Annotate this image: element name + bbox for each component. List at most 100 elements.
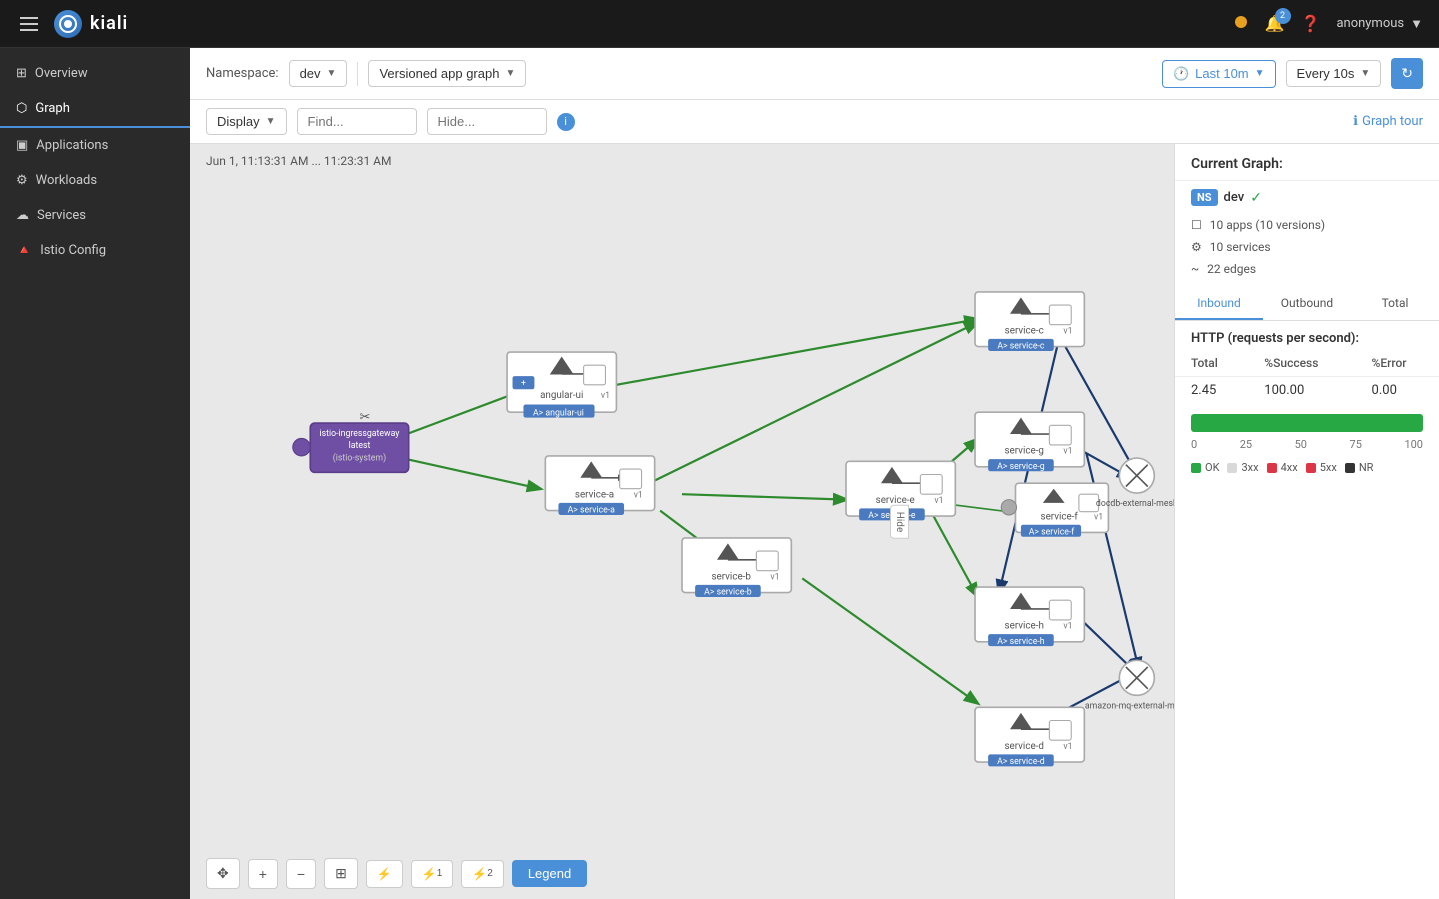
node-ingress[interactable]: istio-ingressgateway latest (istio-syste…: [293, 423, 409, 472]
svg-text:angular-ui: angular-ui: [540, 390, 583, 401]
layout3-button[interactable]: ⚡2: [461, 860, 504, 888]
applications-icon: ▣: [16, 138, 28, 153]
stat-edges: ~ 22 edges: [1175, 258, 1439, 280]
svg-text:service-f: service-f: [1041, 511, 1079, 522]
svg-text:A> service-f: A> service-f: [1029, 528, 1076, 538]
cell-total: 2.45: [1175, 377, 1248, 405]
svg-text:v1: v1: [770, 572, 779, 582]
node-service-g[interactable]: service-g v1 A> service-g: [975, 412, 1084, 472]
sidebar-item-istio-config[interactable]: 🔺 Istio Config: [0, 233, 190, 268]
time-range-dropdown[interactable]: 🕐 Last 10m ▼: [1162, 60, 1276, 88]
sidebar-item-services[interactable]: ☁ Services: [0, 198, 190, 233]
layout1-button[interactable]: ⚡: [366, 860, 403, 888]
time-range-value: Last 10m: [1195, 66, 1248, 81]
right-panel-header: Current Graph:: [1175, 144, 1439, 181]
refresh-interval-dropdown[interactable]: Every 10s ▼: [1286, 60, 1382, 87]
node-service-d[interactable]: service-d v1 A> service-d: [975, 707, 1084, 767]
svg-text:latest: latest: [349, 441, 371, 451]
nr-color: [1345, 463, 1355, 473]
node-service-f[interactable]: service-f v1 A> service-f: [1001, 483, 1108, 537]
success-bar-fill: [1191, 414, 1423, 432]
tab-outbound[interactable]: Outbound: [1263, 288, 1351, 320]
ok-label: OK: [1205, 461, 1219, 474]
scale-75: 75: [1350, 438, 1362, 451]
legend-nr: NR: [1345, 461, 1374, 474]
col-success: %Success: [1248, 350, 1355, 377]
graph-main: Jun 1, 11:13:31 AM ... 11:23:31 AM: [190, 144, 1439, 899]
node-service-c[interactable]: service-c v1 A> service-c: [975, 292, 1084, 352]
ns-badge: NS: [1191, 189, 1218, 206]
node-service-b[interactable]: service-b v1 A> service-b: [682, 538, 791, 598]
svg-text:docdb-external-mesh: docdb-external-mesh: [1096, 499, 1174, 509]
http-label: HTTP (requests per second):: [1175, 321, 1439, 350]
node-service-h[interactable]: service-h v1 A> service-h: [975, 587, 1084, 647]
sidebar-item-overview[interactable]: ⊞ Overview: [0, 56, 190, 91]
sidebar-item-workloads[interactable]: ⚙ Workloads: [0, 163, 190, 198]
tab-inbound[interactable]: Inbound: [1175, 288, 1263, 320]
svg-text:v1: v1: [634, 490, 643, 500]
graph-type-chevron-icon: ▼: [505, 68, 515, 79]
graph-svg: istio-ingressgateway latest (istio-syste…: [190, 144, 1174, 899]
legend-button[interactable]: Legend: [512, 860, 587, 887]
3xx-label: 3xx: [1241, 461, 1258, 474]
display-dropdown[interactable]: Display ▼: [206, 108, 287, 135]
toolbar-right: 🕐 Last 10m ▼ Every 10s ▼ ↻: [1162, 58, 1423, 89]
layout2-button[interactable]: ⚡1: [411, 860, 454, 888]
sidebar-label-workloads: Workloads: [36, 173, 97, 188]
cell-success: 100.00: [1248, 377, 1355, 405]
sidebar-label-services: Services: [37, 208, 86, 223]
col-total: Total: [1175, 350, 1248, 377]
sidebar: ⊞ Overview ⬡ Graph ▣ Applications ⚙ Work…: [0, 48, 190, 899]
hide-panel-toggle[interactable]: Hide: [890, 504, 909, 539]
node-service-a[interactable]: service-a v1 A> service-a: [545, 456, 654, 516]
toolbar2-right: ℹ Graph tour: [1353, 114, 1423, 129]
4xx-label: 4xx: [1281, 461, 1298, 474]
namespace-dropdown[interactable]: dev ▼: [289, 60, 348, 87]
scale-25: 25: [1240, 438, 1252, 451]
logo: kiali: [54, 10, 128, 38]
svg-text:v1: v1: [1094, 512, 1103, 522]
hide-input[interactable]: [427, 108, 547, 135]
graph-type-value: Versioned app graph: [379, 66, 499, 81]
sidebar-item-graph[interactable]: ⬡ Graph: [0, 91, 190, 128]
overview-icon: ⊞: [16, 66, 27, 81]
graph-tour-link[interactable]: ℹ Graph tour: [1353, 114, 1423, 129]
menu-icon[interactable]: [16, 13, 42, 35]
refresh-button[interactable]: ↻: [1391, 58, 1423, 89]
svg-text:v1: v1: [601, 391, 610, 401]
svg-text:v1: v1: [1063, 326, 1072, 336]
zoom-in-button[interactable]: +: [248, 859, 278, 889]
toolbar1: Namespace: dev ▼ Versioned app graph ▼ 🕐…: [190, 48, 1439, 100]
main-layout: ⊞ Overview ⬡ Graph ▣ Applications ⚙ Work…: [0, 48, 1439, 899]
bell-icon[interactable]: 🔔 2: [1265, 14, 1285, 33]
node-angular-ui[interactable]: angular-ui v1 A> angular-ui +: [507, 352, 616, 418]
ns-name: dev: [1224, 190, 1245, 205]
http-table: Total %Success %Error 2.45 100.00 0.00: [1175, 350, 1439, 404]
graph-type-dropdown[interactable]: Versioned app graph ▼: [368, 60, 526, 87]
tab-total[interactable]: Total: [1351, 288, 1439, 320]
sidebar-label-graph: Graph: [35, 101, 70, 116]
display-label: Display: [217, 114, 260, 129]
star-icon[interactable]: [1233, 14, 1249, 34]
sidebar-item-applications[interactable]: ▣ Applications: [0, 128, 190, 163]
toolbar2: Display ▼ i ℹ Graph tour: [190, 100, 1439, 144]
user-menu[interactable]: anonymous ▼: [1336, 16, 1423, 32]
zoom-out-button[interactable]: −: [286, 859, 316, 889]
node-amazon-external[interactable]: amazon-mq-external-mesh: [1085, 660, 1174, 711]
info-icon[interactable]: i: [557, 113, 575, 131]
logo-icon: [54, 10, 82, 38]
svg-text:v1: v1: [1063, 622, 1072, 632]
find-input[interactable]: [297, 108, 417, 135]
pan-button[interactable]: ✥: [206, 858, 240, 889]
svg-text:service-g: service-g: [1004, 446, 1043, 457]
svg-text:(istio-system): (istio-system): [333, 452, 386, 463]
graph-tour-label: Graph tour: [1362, 114, 1423, 129]
col-error: %Error: [1356, 350, 1439, 377]
5xx-label: 5xx: [1320, 461, 1337, 474]
help-icon[interactable]: ❓: [1301, 14, 1321, 33]
graph-canvas[interactable]: Jun 1, 11:13:31 AM ... 11:23:31 AM: [190, 144, 1174, 899]
fit-button[interactable]: ⊞: [324, 858, 358, 889]
logo-text: kiali: [90, 13, 128, 34]
stat-apps: ☐ 10 apps (10 versions): [1175, 214, 1439, 236]
svg-text:v1: v1: [1063, 742, 1072, 752]
